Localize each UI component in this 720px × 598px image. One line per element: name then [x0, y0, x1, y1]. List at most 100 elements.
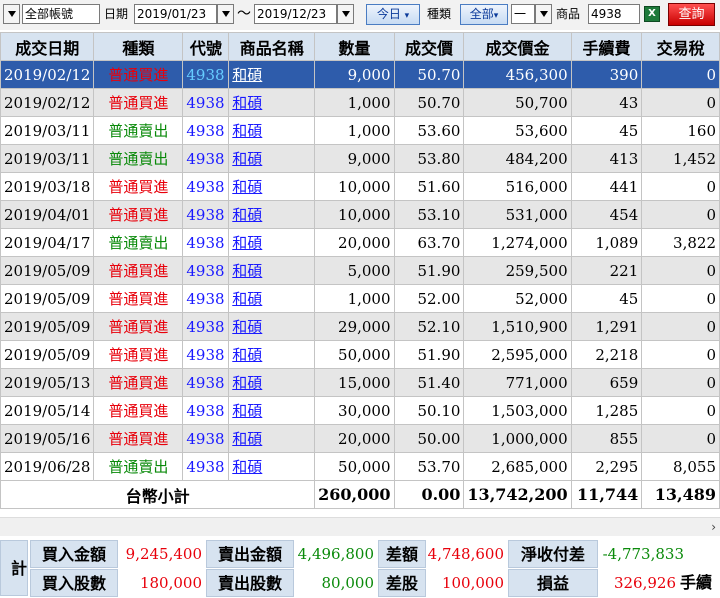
caret-down-icon: ▾ — [493, 11, 499, 21]
row-price: 53.80 — [393, 144, 465, 173]
sell-amount-value: 4,496,800 — [297, 545, 374, 563]
period-dropdown[interactable] — [535, 4, 552, 24]
row-type: 普通賣出 — [93, 452, 184, 481]
type-label: 種類 — [427, 7, 452, 21]
row-name-link[interactable]: 和碩 — [228, 368, 316, 397]
row-price: 53.60 — [393, 116, 465, 145]
column-header-name[interactable]: 商品名稱 — [228, 32, 316, 61]
end-date-dropdown[interactable] — [337, 4, 354, 24]
row-qty: 9,000 — [314, 144, 395, 173]
type-select[interactable]: 全部▾ — [460, 4, 508, 25]
row-code: 4938 — [182, 396, 230, 425]
table-row[interactable]: 2019/05/09 普通買進 4938 和碩 50,000 51.90 2,595,000… — [0, 340, 720, 369]
column-header-tax[interactable]: 交易稅 — [641, 32, 720, 61]
column-header-qty[interactable]: 數量 — [314, 32, 395, 61]
row-name-link[interactable]: 和碩 — [228, 284, 316, 313]
table-row[interactable]: 2019/02/12 普通買進 4938 和碩 1,000 50.70 50,700 43 0 — [0, 88, 720, 117]
table-row[interactable]: 2019/05/09 普通買進 4938 和碩 5,000 51.90 259,500 221… — [0, 256, 720, 285]
start-date-field[interactable]: 2019/01/23 — [134, 4, 217, 24]
period-select[interactable]: 一 — [511, 4, 535, 24]
row-name-link[interactable]: 和碩 — [228, 200, 316, 229]
row-name-link[interactable]: 和碩 — [228, 60, 316, 89]
row-name-link[interactable]: 和碩 — [228, 116, 316, 145]
table-row[interactable]: 2019/05/09 普通買進 4938 和碩 1,000 52.00 52,000 45 0 — [0, 284, 720, 313]
table-row[interactable]: 2019/06/28 普通賣出 4938 和碩 50,000 53.70 2,685,000… — [0, 452, 720, 481]
chevron-down-icon — [221, 11, 230, 17]
start-date-dropdown[interactable] — [217, 4, 234, 24]
row-date: 2019/06/28 — [0, 452, 95, 481]
row-amount: 1,503,000 — [463, 396, 572, 425]
row-code: 4938 — [182, 172, 230, 201]
diff-shares-label: 差股 — [378, 569, 426, 597]
table-row[interactable]: 2019/02/12 普通買進 4938 和碩 9,000 50.70 456,300 390… — [0, 60, 720, 89]
row-amount: 484,200 — [463, 144, 572, 173]
row-tax: 0 — [641, 172, 720, 201]
row-code: 4938 — [182, 60, 230, 89]
table-row[interactable]: 2019/05/13 普通買進 4938 和碩 15,000 51.40 771,000 65… — [0, 368, 720, 397]
end-date-field[interactable]: 2019/12/23 — [254, 4, 337, 24]
row-fee: 1,089 — [570, 228, 643, 257]
account-dropdown-arrow[interactable] — [3, 4, 20, 24]
row-name-link[interactable]: 和碩 — [228, 228, 316, 257]
row-date: 2019/05/14 — [0, 396, 95, 425]
excel-export-icon[interactable]: X — [644, 6, 660, 22]
row-name-link[interactable]: 和碩 — [228, 396, 316, 425]
row-tax: 0 — [641, 396, 720, 425]
row-name-link[interactable]: 和碩 — [228, 144, 316, 173]
table-row[interactable]: 2019/03/18 普通買進 4938 和碩 10,000 51.60 516,000 44… — [0, 172, 720, 201]
row-price: 51.60 — [393, 172, 465, 201]
today-button[interactable]: 今日 ▾ — [366, 4, 420, 25]
table-row[interactable]: 2019/04/17 普通賣出 4938 和碩 20,000 63.70 1,274,000… — [0, 228, 720, 257]
row-name-link[interactable]: 和碩 — [228, 312, 316, 341]
row-fee: 45 — [570, 284, 643, 313]
row-code: 4938 — [182, 256, 230, 285]
column-header-type[interactable]: 種類 — [93, 32, 184, 61]
row-name-link[interactable]: 和碩 — [228, 424, 316, 453]
row-code: 4938 — [182, 200, 230, 229]
product-label: 商品 — [556, 7, 581, 21]
row-type: 普通賣出 — [93, 228, 184, 257]
column-header-price[interactable]: 成交價 — [393, 32, 465, 61]
row-fee: 1,285 — [570, 396, 643, 425]
row-price: 50.70 — [393, 88, 465, 117]
subtotal-row: 台幣小計 260,000 0.00 13,742,200 11,744 13,4… — [0, 480, 720, 509]
row-fee: 45 — [570, 116, 643, 145]
row-name-link[interactable]: 和碩 — [228, 340, 316, 369]
row-qty: 1,000 — [314, 284, 395, 313]
row-code: 4938 — [182, 368, 230, 397]
table-row[interactable]: 2019/03/11 普通賣出 4938 和碩 1,000 53.60 53,600 45 16… — [0, 116, 720, 145]
row-amount: 771,000 — [463, 368, 572, 397]
diff-shares-value: 100,000 — [441, 574, 504, 592]
row-qty: 50,000 — [314, 452, 395, 481]
column-header-code[interactable]: 代號 — [182, 32, 230, 61]
column-header-fee[interactable]: 手續費 — [570, 32, 643, 61]
product-code-input[interactable]: 4938 — [588, 4, 640, 24]
date-range-tilde: ～ — [237, 6, 251, 22]
row-type: 普通買進 — [93, 172, 184, 201]
row-type: 普通買進 — [93, 284, 184, 313]
row-amount: 1,000,000 — [463, 424, 572, 453]
table-row[interactable]: 2019/03/11 普通賣出 4938 和碩 9,000 53.80 484,200 413… — [0, 144, 720, 173]
table-row[interactable]: 2019/05/09 普通買進 4938 和碩 29,000 52.10 1,510,900… — [0, 312, 720, 341]
row-fee: 855 — [570, 424, 643, 453]
query-button[interactable]: 查詢 — [668, 3, 715, 26]
table-row[interactable]: 2019/04/01 普通買進 4938 和碩 10,000 53.10 531,000 45… — [0, 200, 720, 229]
row-fee: 454 — [570, 200, 643, 229]
horizontal-scrollbar[interactable]: › — [0, 517, 720, 536]
row-price: 50.70 — [393, 60, 465, 89]
account-select[interactable]: 全部帳號 — [22, 4, 100, 24]
row-amount: 531,000 — [463, 200, 572, 229]
scroll-right-arrow-icon[interactable]: › — [711, 520, 716, 534]
row-qty: 1,000 — [314, 88, 395, 117]
row-name-link[interactable]: 和碩 — [228, 256, 316, 285]
row-date: 2019/02/12 — [0, 60, 95, 89]
row-qty: 10,000 — [314, 200, 395, 229]
table-row[interactable]: 2019/05/14 普通買進 4938 和碩 30,000 50.10 1,503,000… — [0, 396, 720, 425]
row-name-link[interactable]: 和碩 — [228, 452, 316, 481]
table-row[interactable]: 2019/05/16 普通買進 4938 和碩 20,000 50.00 1,000,000… — [0, 424, 720, 453]
row-name-link[interactable]: 和碩 — [228, 88, 316, 117]
row-fee: 43 — [570, 88, 643, 117]
column-header-amount[interactable]: 成交價金 — [463, 32, 572, 61]
column-header-date[interactable]: 成交日期 — [0, 32, 95, 61]
row-name-link[interactable]: 和碩 — [228, 172, 316, 201]
